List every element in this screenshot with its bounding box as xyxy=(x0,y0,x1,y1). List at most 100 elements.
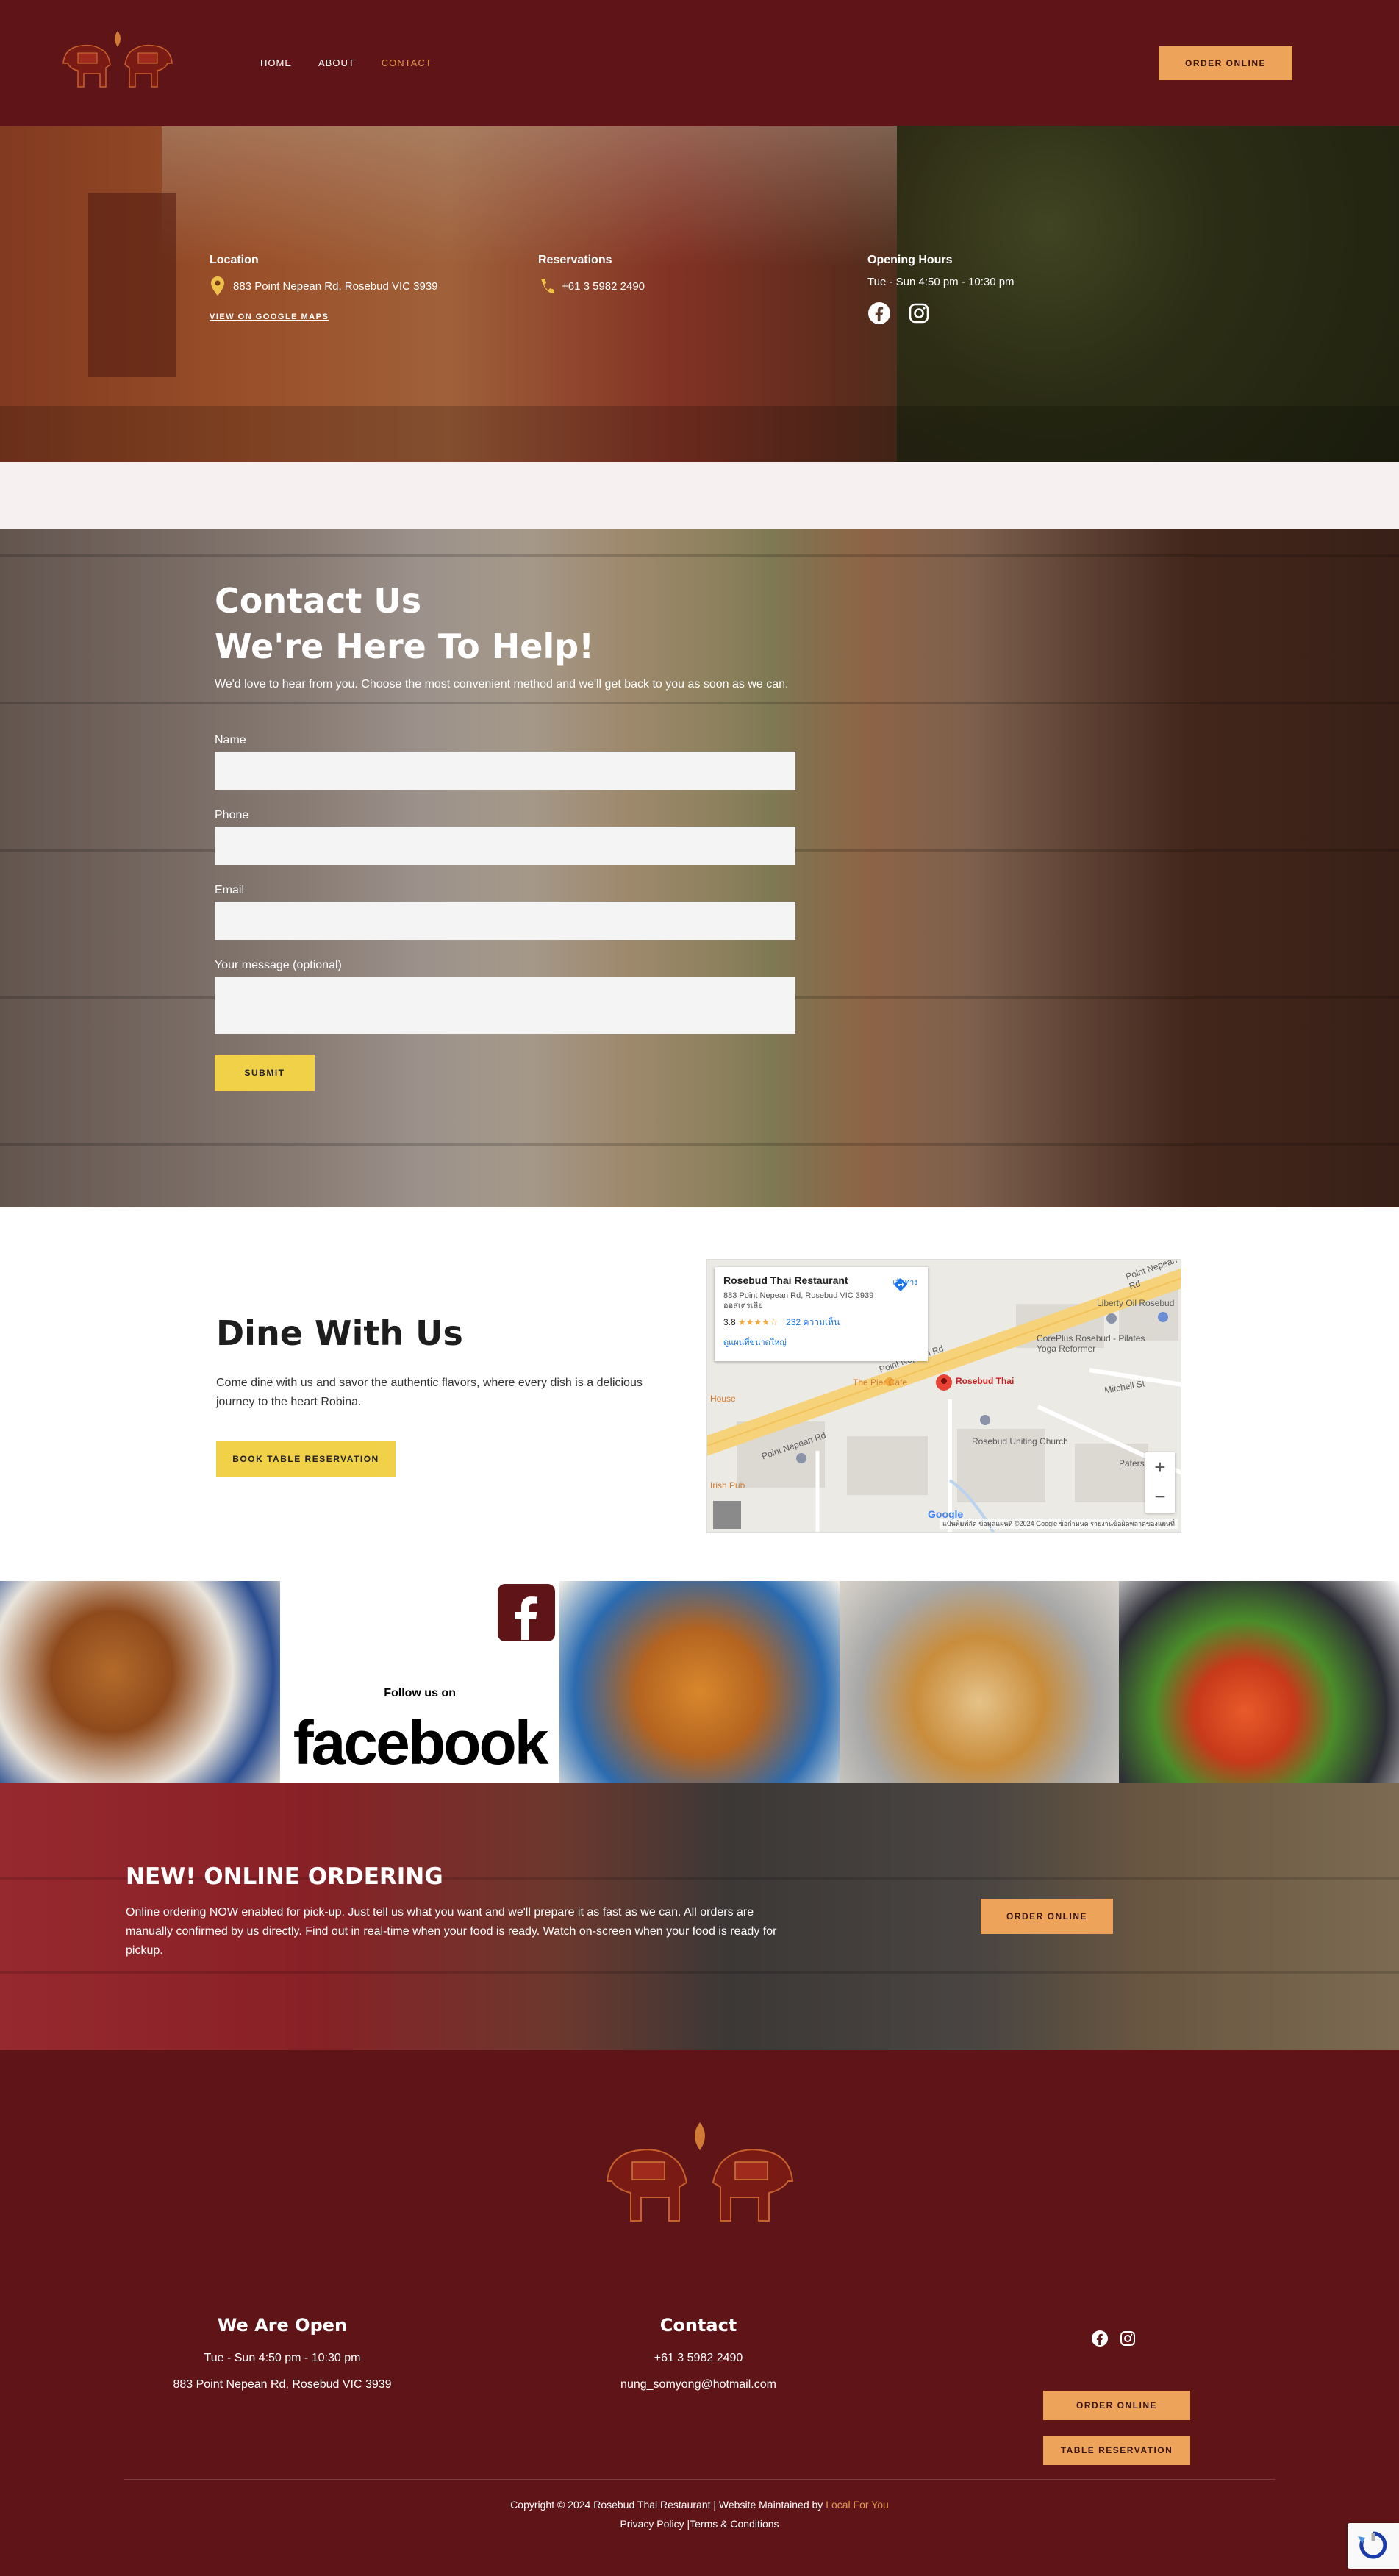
food-photo xyxy=(0,1581,280,1783)
map-poi-label: Rosebud Uniting Church xyxy=(972,1436,1068,1446)
hours-text: Tue - Sun 4:50 pm - 10:30 pm xyxy=(867,276,1015,288)
location-title: Location xyxy=(210,254,259,266)
contact-title: Contact Us xyxy=(215,581,422,621)
terms-link[interactable]: Terms & Conditions xyxy=(690,2518,779,2530)
map-reviews-link[interactable]: 232 ความเห็น xyxy=(786,1317,840,1327)
maintainer-link[interactable]: Local For You xyxy=(826,2499,889,2511)
footer-contact-col: Contact +61 3 5982 2490 nung_somyong@hot… xyxy=(588,2315,809,2405)
facebook-icon[interactable] xyxy=(867,302,891,325)
facebook-square-icon xyxy=(498,1584,556,1641)
dine-section: Dine With Us Come dine with us and savor… xyxy=(0,1207,1399,1581)
footer-contact-title: Contact xyxy=(659,2315,737,2336)
location-block: Location 883 Point Nepean Rd, Rosebud VI… xyxy=(210,254,438,321)
instagram-icon[interactable] xyxy=(907,302,931,325)
food-photo xyxy=(1119,1581,1399,1783)
map-poi-label: The Pier Cafe xyxy=(853,1377,908,1388)
food-photo xyxy=(839,1581,1120,1783)
reservations-block: Reservations +61 3 5982 2490 xyxy=(538,254,645,296)
map-pin-label[interactable]: Rosebud Thai xyxy=(956,1376,1014,1386)
online-ordering-section: NEW! ONLINE ORDERING Online ordering NOW… xyxy=(0,1783,1399,2050)
map-credits: แป้นพิมพ์ลัด ข้อมูลแผนที่ ©2024 Google ข… xyxy=(939,1519,1178,1529)
map-place-card: Rosebud Thai Restaurant 883 Point Nepean… xyxy=(715,1267,928,1361)
submit-button[interactable]: SUBMIT xyxy=(215,1055,315,1091)
hours-title: Opening Hours xyxy=(867,254,953,266)
privacy-policy-link[interactable]: Privacy Policy xyxy=(620,2518,684,2530)
footer-table-reservation-button[interactable]: TABLE RESERVATION xyxy=(1043,2436,1190,2465)
footer-divider xyxy=(124,2479,1275,2480)
map-larger-link[interactable]: ดูแผนที่ขนาดใหญ่ xyxy=(723,1335,919,1349)
recaptcha-icon xyxy=(1358,2531,1387,2559)
message-field[interactable] xyxy=(215,977,795,1034)
facebook-icon[interactable] xyxy=(1091,2330,1109,2347)
photo-strip: Follow us on facebook xyxy=(0,1581,1399,1783)
contact-title-line2: We're Here To Help! xyxy=(215,627,595,666)
map-rating: 3.8 xyxy=(723,1317,736,1327)
map-zoom-out[interactable]: − xyxy=(1145,1482,1175,1511)
phone-icon xyxy=(541,279,554,294)
email-label: Email xyxy=(215,884,245,896)
location-address: 883 Point Nepean Rd, Rosebud VIC 3939 xyxy=(233,279,438,293)
phone-label: Phone xyxy=(215,809,249,821)
site-header: HOME ABOUT CONTACT ORDER ONLINE xyxy=(0,0,1399,126)
footer-email[interactable]: nung_somyong@hotmail.com xyxy=(588,2378,809,2391)
facebook-follow-tile[interactable]: Follow us on facebook xyxy=(279,1581,560,1783)
google-maps-link[interactable]: VIEW ON GOOGLE MAPS xyxy=(210,313,438,321)
online-ordering-text: Online ordering NOW enabled for pick-up.… xyxy=(126,1906,777,1957)
name-label: Name xyxy=(215,734,246,746)
map-place-name: Rosebud Thai Restaurant xyxy=(723,1274,848,1286)
map-rating-row: 3.8 ★★★★☆ 232 ความเห็น xyxy=(723,1316,919,1330)
footer-address: 883 Point Nepean Rd, Rosebud VIC 3939 xyxy=(173,2378,392,2391)
reservations-line: +61 3 5982 2490 xyxy=(538,276,645,296)
book-table-button[interactable]: BOOK TABLE RESERVATION xyxy=(216,1441,396,1477)
section-spacer xyxy=(0,462,1399,529)
elephant-logo-icon xyxy=(606,2122,794,2222)
policy-links: Privacy Policy |Terms & Conditions xyxy=(0,2518,1399,2530)
elephant-logo-icon[interactable] xyxy=(56,26,179,90)
hours-block: Opening Hours Tue - Sun 4:50 pm - 10:30 … xyxy=(867,254,1015,325)
reservations-title: Reservations xyxy=(538,254,612,266)
map-directions[interactable]: เส้นทาง xyxy=(893,1277,917,1291)
map-stars: ★★★★☆ xyxy=(738,1317,778,1327)
dine-text: Come dine with us and savor the authenti… xyxy=(216,1377,643,1408)
nav-home[interactable]: HOME xyxy=(260,57,292,68)
online-ordering-title: NEW! ONLINE ORDERING xyxy=(126,1863,443,1890)
directions-icon xyxy=(893,1278,907,1291)
map-zoom-controls: + − xyxy=(1145,1452,1175,1513)
order-online-button[interactable]: ORDER ONLINE xyxy=(1159,46,1292,80)
policy-separator: | xyxy=(684,2518,690,2530)
food-photo xyxy=(559,1581,840,1783)
map-zoom-in[interactable]: + xyxy=(1145,1452,1175,1482)
map-place-address: 883 Point Nepean Rd, Rosebud VIC 3939 ออ… xyxy=(723,1291,874,1310)
contact-form: Contact Us We're Here To Help! We'd love… xyxy=(215,578,795,1091)
footer-order-online-button[interactable]: ORDER ONLINE xyxy=(1043,2391,1190,2420)
contact-section: Contact Us We're Here To Help! We'd love… xyxy=(0,529,1399,1207)
message-label: Your message (optional) xyxy=(215,959,342,971)
footer-open-title: We Are Open xyxy=(217,2315,348,2336)
map-pin-icon xyxy=(211,276,224,296)
site-footer: We Are Open Tue - Sun 4:50 pm - 10:30 pm… xyxy=(0,2050,1399,2576)
footer-hours: Tue - Sun 4:50 pm - 10:30 pm xyxy=(204,2352,361,2364)
copyright-line: Copyright © 2024 Rosebud Thai Restaurant… xyxy=(0,2499,1399,2511)
dine-title: Dine With Us xyxy=(216,1313,463,1353)
facebook-wordmark: facebook xyxy=(293,1708,549,1777)
nav-about[interactable]: ABOUT xyxy=(318,57,355,68)
footer-social-row xyxy=(1091,2330,1137,2347)
email-field[interactable] xyxy=(215,902,795,940)
main-nav: HOME ABOUT CONTACT xyxy=(260,57,432,68)
instagram-icon[interactable] xyxy=(1119,2330,1137,2347)
nav-contact[interactable]: CONTACT xyxy=(382,57,432,68)
reservations-phone[interactable]: +61 3 5982 2490 xyxy=(562,280,645,293)
phone-field[interactable] xyxy=(215,827,795,865)
hero-band xyxy=(0,406,1399,462)
map-poi-label: CorePlus Rosebud - Pilates Yoga Reformer xyxy=(1037,1333,1145,1354)
map-poi-label: Liberty Oil Rosebud xyxy=(1097,1298,1175,1308)
footer-phone[interactable]: +61 3 5982 2490 xyxy=(588,2352,809,2365)
recaptcha-badge[interactable] xyxy=(1348,2523,1399,2569)
name-field[interactable] xyxy=(215,752,795,790)
follow-us-text: Follow us on xyxy=(384,1687,456,1699)
map-poi-label: House xyxy=(710,1394,736,1404)
footer-open-col: We Are Open Tue - Sun 4:50 pm - 10:30 pm… xyxy=(172,2315,393,2405)
google-map[interactable]: Point Nepean Rd Point Nepean Rd Point Ne… xyxy=(706,1259,1181,1533)
order-online-button[interactable]: ORDER ONLINE xyxy=(981,1899,1113,1934)
hero-section: Location 883 Point Nepean Rd, Rosebud VI… xyxy=(0,126,1399,462)
